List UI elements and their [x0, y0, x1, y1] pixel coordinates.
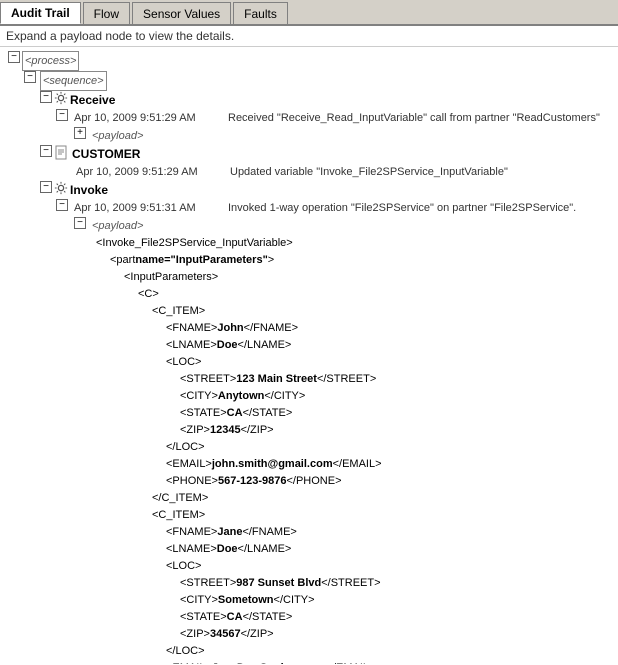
tab-flow[interactable]: Flow [83, 2, 130, 24]
customer-timestamp: Apr 10, 2009 9:51:29 AM [76, 163, 226, 181]
info-bar: Expand a payload node to view the detail… [0, 26, 618, 47]
invoke-log-expander[interactable]: − [56, 199, 68, 211]
process-expander[interactable]: − [8, 51, 20, 63]
xml-line: <CITY>Anytown</CITY> [8, 388, 614, 405]
xml-line: <FNAME>Jane</FNAME> [8, 524, 614, 541]
info-text: Expand a payload node to view the detail… [6, 29, 234, 43]
customer-log-message: Updated variable "Invoke_File2SPService_… [230, 163, 508, 181]
xml-line: <LNAME>Doe</LNAME> [8, 337, 614, 354]
xml-line: <C> [8, 286, 614, 303]
receive-log-row: − Apr 10, 2009 9:51:29 AM Received "Rece… [4, 109, 614, 127]
invoke-payload-row: − <payload> [4, 217, 614, 235]
xml-line: <STATE>CA</STATE> [8, 405, 614, 422]
xml-line: <STREET>987 Sunset Blvd</STREET> [8, 575, 614, 592]
invoke-log-row: − Apr 10, 2009 9:51:31 AM Invoked 1-way … [4, 199, 614, 217]
receive-payload-row: + <payload> [4, 127, 614, 145]
xml-line: <LNAME>Doe</LNAME> [8, 541, 614, 558]
xml-line: </LOC> [8, 439, 614, 456]
xml-line: <CITY>Sometown</CITY> [8, 592, 614, 609]
tab-sensor-values[interactable]: Sensor Values [132, 2, 231, 24]
receive-log-expander[interactable]: − [56, 109, 68, 121]
receive-icon [54, 91, 68, 105]
invoke-expander[interactable]: − [40, 181, 52, 193]
receive-row: − Receive [4, 91, 614, 109]
receive-timestamp: Apr 10, 2009 9:51:29 AM [74, 109, 224, 127]
receive-payload-tag: <payload> [92, 127, 143, 145]
process-row: − <process> [4, 51, 614, 71]
xml-line: <ZIP>12345</ZIP> [8, 422, 614, 439]
invoke-row: − Invoke [4, 181, 614, 199]
customer-expander[interactable]: − [40, 145, 52, 157]
xml-line: <EMAIL>JaneDoe@yahoo.com</EMAIL> [8, 660, 614, 664]
xml-line: <LOC> [8, 354, 614, 371]
xml-line: <STREET>123 Main Street</STREET> [8, 371, 614, 388]
xml-line: <STATE>CA</STATE> [8, 609, 614, 626]
xml-line: <InputParameters> [8, 269, 614, 286]
invoke-label: Invoke [70, 181, 108, 199]
receive-payload-expander[interactable]: + [74, 127, 86, 139]
xml-payload: <Invoke_File2SPService_InputVariable><pa… [4, 235, 614, 664]
invoke-payload-expander[interactable]: − [74, 217, 86, 229]
xml-line: <FNAME>John</FNAME> [8, 320, 614, 337]
receive-expander[interactable]: − [40, 91, 52, 103]
xml-line: <C_ITEM> [8, 303, 614, 320]
sequence-expander[interactable]: − [24, 71, 36, 83]
xml-line: </LOC> [8, 643, 614, 660]
invoke-timestamp: Apr 10, 2009 9:51:31 AM [74, 199, 224, 217]
sequence-row: − <sequence> [4, 71, 614, 91]
xml-line: <PHONE>567-123-9876</PHONE> [8, 473, 614, 490]
tab-faults[interactable]: Faults [233, 2, 288, 24]
process-tag: <process> [22, 51, 79, 71]
main-content: − <process> − <sequence> − Receive − Apr… [0, 47, 618, 664]
xml-line: <LOC> [8, 558, 614, 575]
xml-line: <EMAIL>john.smith@gmail.com</EMAIL> [8, 456, 614, 473]
xml-line: </C_ITEM> [8, 490, 614, 507]
xml-line: <C_ITEM> [8, 507, 614, 524]
xml-line: <ZIP>34567</ZIP> [8, 626, 614, 643]
xml-line: <partname="InputParameters"> [8, 252, 614, 269]
sequence-tag: <sequence> [40, 71, 107, 91]
receive-label: Receive [70, 91, 115, 109]
invoke-icon [54, 181, 68, 195]
customer-row: − CUSTOMER [4, 145, 614, 163]
customer-icon [54, 145, 70, 161]
invoke-log-message: Invoked 1-way operation "File2SPService"… [228, 199, 576, 217]
customer-label: CUSTOMER [72, 145, 140, 163]
xml-line: <Invoke_File2SPService_InputVariable> [8, 235, 614, 252]
tab-bar: Audit Trail Flow Sensor Values Faults [0, 0, 618, 26]
receive-log-message: Received "Receive_Read_InputVariable" ca… [228, 109, 600, 127]
customer-log-row: Apr 10, 2009 9:51:29 AM Updated variable… [4, 163, 614, 181]
invoke-payload-tag: <payload> [92, 217, 143, 235]
tab-audit-trail[interactable]: Audit Trail [0, 2, 81, 24]
